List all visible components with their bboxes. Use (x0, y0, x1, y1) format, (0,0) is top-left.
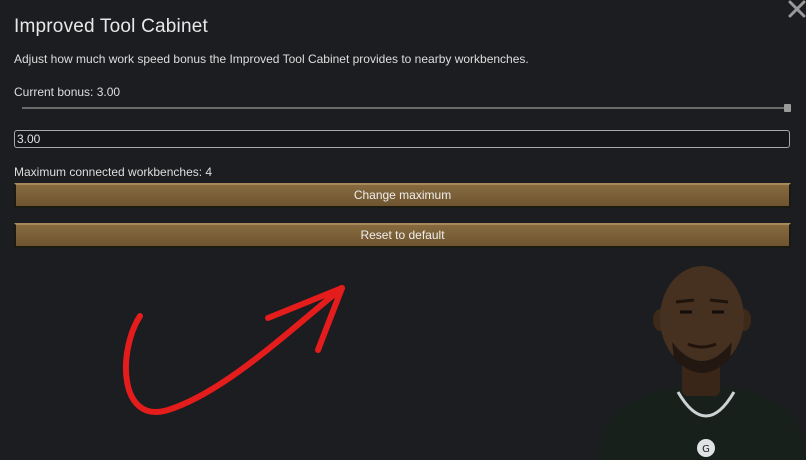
head (660, 266, 744, 370)
arrow-curve (122, 285, 345, 415)
pendant-letter: G (702, 444, 710, 455)
person-photo: G (596, 266, 806, 460)
